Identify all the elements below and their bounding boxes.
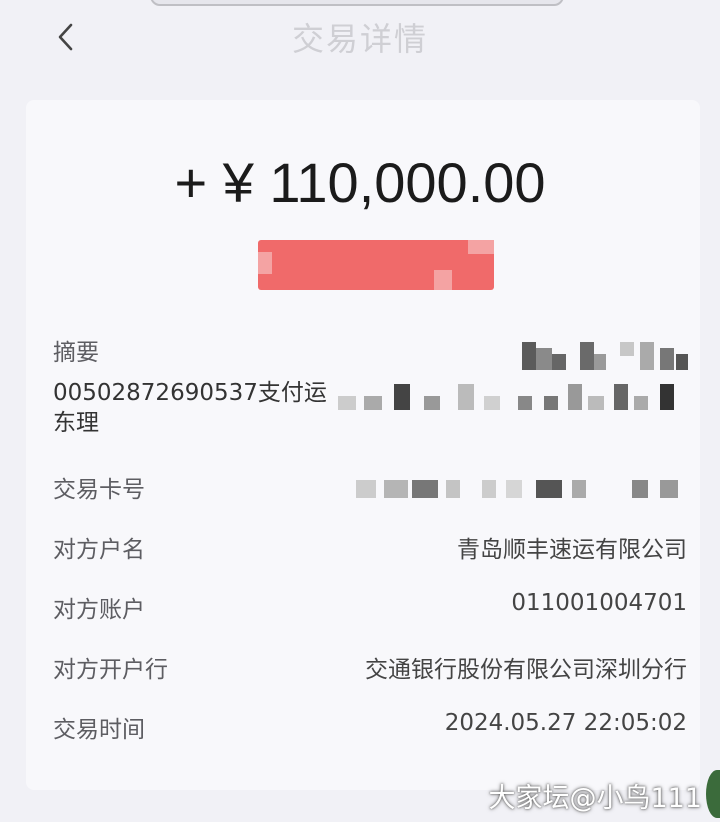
payee-account-value: 011001004701 bbox=[511, 590, 687, 616]
transaction-time-value: 2024.05.27 22:05:02 bbox=[444, 710, 687, 736]
transaction-time-label: 交易时间 bbox=[53, 717, 145, 743]
payee-bank-value: 交通银行股份有限公司深圳分行 bbox=[365, 657, 687, 683]
header: 交易详情 bbox=[0, 0, 720, 80]
summary-redaction-bottom bbox=[338, 382, 688, 412]
payee-bank-label: 对方开户行 bbox=[53, 657, 168, 683]
card-number-label: 交易卡号 bbox=[53, 477, 145, 503]
watermark-text: 大家坛@小鸟111 bbox=[488, 783, 702, 814]
summary-value: 00502872690537支付运东理 bbox=[53, 380, 327, 436]
summary-label: 摘要 bbox=[53, 340, 99, 366]
payee-name-label: 对方户名 bbox=[53, 537, 145, 563]
page-title: 交易详情 bbox=[291, 20, 428, 58]
payee-account-label: 对方账户 bbox=[53, 597, 145, 623]
payee-name-value: 青岛顺丰速运有限公司 bbox=[457, 537, 687, 563]
watermark-avatar bbox=[706, 770, 720, 818]
redacted-status bbox=[258, 240, 494, 290]
transaction-amount: + ¥ 110,000.00 bbox=[174, 151, 546, 214]
summary-redaction-top bbox=[490, 338, 690, 372]
card-number-redaction bbox=[356, 478, 688, 500]
